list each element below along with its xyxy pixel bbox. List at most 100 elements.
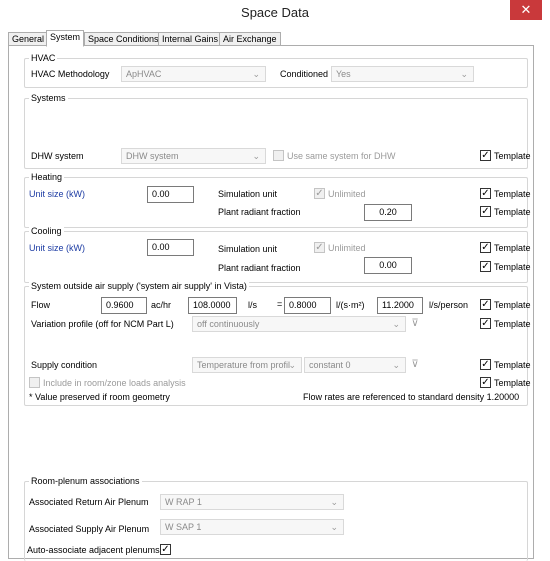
cooling-template-label-1: Template [494,243,531,253]
flow-lsm2-unit: l/(s·m²) [336,300,365,310]
return-plenum-value: W RAP 1 [165,497,202,507]
conditioned-value: Yes [336,69,351,79]
cooling-unit-size-input[interactable]: 0.00 [147,239,194,256]
supply-plenum-value: W SAP 1 [165,522,202,532]
flow-ach-input[interactable]: 0.9600 [101,297,147,314]
check-icon: ✓ [481,188,490,199]
tab-internal-gains[interactable]: Internal Gains [158,32,223,46]
flow-template-label: Template [494,300,531,310]
include-loads-checkbox[interactable] [29,377,40,388]
supply-template-checkbox[interactable]: ✓ [480,359,491,370]
check-icon: ✓ [481,359,490,370]
heating-template-checkbox-2[interactable]: ✓ [480,206,491,217]
system-tab-panel: HVAC HVAC Methodology ApHVAC ⌄ Condition… [8,45,534,561]
tab-general[interactable]: General [8,32,49,46]
hvac-methodology-select[interactable]: ApHVAC ⌄ [121,66,266,82]
density-note: Flow rates are referenced to standard de… [303,392,520,402]
heating-unlimited-checkbox[interactable]: ✓ [314,188,325,199]
title-bar: Space Data ✕ [0,0,550,27]
auto-associate-checkbox[interactable]: ✓ [160,544,171,555]
chevron-down-icon: ⌄ [460,69,468,79]
filter-icon[interactable]: ⊽ [409,357,421,373]
dhw-system-select[interactable]: DHW system ⌄ [121,148,266,164]
heating-template-label-2: Template [494,207,531,217]
close-button[interactable]: ✕ [510,0,542,20]
flow-template-checkbox[interactable]: ✓ [480,299,491,310]
plenum-group: Room-plenum associations Associated Retu… [24,476,528,561]
supply-plenum-select[interactable]: W SAP 1 ⌄ [160,519,344,535]
flow-lsm2-input[interactable]: 0.8000 [284,297,331,314]
flow-label: Flow [31,300,51,310]
flow-ls-input[interactable]: 108.0000 [188,297,237,314]
heating-radiant-label: Plant radiant fraction [218,207,301,217]
variation-profile-value: off continuously [197,319,260,329]
conditioned-select[interactable]: Yes ⌄ [331,66,474,82]
supply-profile-select[interactable]: constant 0 ⌄ [304,357,406,373]
include-loads-label: Include in room/zone loads analysis [43,378,186,388]
hvac-methodology-value: ApHVAC [126,69,162,79]
heating-template-checkbox-1[interactable]: ✓ [480,188,491,199]
variation-template-label: Template [494,319,531,329]
supply-type-value: Temperature from profil [197,360,291,370]
tab-air-exchange[interactable]: Air Exchange [219,32,281,46]
heating-radiant-input[interactable]: 0.20 [364,204,412,221]
auto-associate-label: Auto-associate adjacent plenums [27,545,160,555]
cooling-unlimited-checkbox[interactable]: ✓ [314,242,325,253]
heating-template-label-1: Template [494,189,531,199]
supply-template-label: Template [494,360,531,370]
heating-group-label: Heating [29,172,65,182]
variation-template-checkbox[interactable]: ✓ [480,318,491,329]
flow-lsp-input[interactable]: 11.2000 [377,297,423,314]
check-icon: ✓ [481,261,490,272]
cooling-template-checkbox-1[interactable]: ✓ [480,242,491,253]
heating-sim-unit-label: Simulation unit [218,189,278,199]
cooling-template-label-2: Template [494,262,531,272]
plenum-group-label: Room-plenum associations [29,476,142,486]
conditioned-label: Conditioned [280,69,329,79]
tab-space-conditions[interactable]: Space Conditions [84,32,163,46]
heating-group: Heating Unit size (kW) 0.00 Simulation u… [24,172,531,228]
hvac-group-label: HVAC [29,53,58,63]
chevron-down-icon: ⌄ [288,360,296,370]
cooling-template-checkbox-2[interactable]: ✓ [480,261,491,272]
filter-icon[interactable]: ⊽ [409,316,421,332]
check-icon: ✓ [481,377,490,388]
return-plenum-label: Associated Return Air Plenum [29,497,149,507]
chevron-down-icon: ⌄ [330,522,338,532]
cooling-unit-size-label: Unit size (kW) [29,243,85,253]
variation-profile-select[interactable]: off continuously ⌄ [192,316,406,332]
tab-system[interactable]: System [46,30,85,47]
supply-condition-label: Supply condition [31,360,98,370]
hvac-methodology-label: HVAC Methodology [31,69,110,79]
chevron-down-icon: ⌄ [252,69,260,79]
include-template-label: Template [494,378,531,388]
check-icon: ✓ [315,188,324,199]
cooling-radiant-input[interactable]: 0.00 [364,257,412,274]
systems-group-label: Systems [29,93,68,103]
flow-lsp-unit: l/s/person [429,300,469,310]
include-template-checkbox[interactable]: ✓ [480,377,491,388]
supply-plenum-label: Associated Supply Air Plenum [29,524,150,534]
cooling-radiant-label: Plant radiant fraction [218,263,301,273]
flow-equals: = [277,299,283,309]
chevron-down-icon: ⌄ [392,319,400,329]
cooling-group: Cooling Unit size (kW) 0.00 Simulation u… [24,226,531,283]
chevron-down-icon: ⌄ [330,497,338,507]
systems-group: Systems DHW system DHW system ⌄ Use same… [24,93,531,169]
check-icon: ✓ [315,242,324,253]
cooling-sim-unit-label: Simulation unit [218,244,278,254]
same-system-checkbox[interactable] [273,150,284,161]
chevron-down-icon: ⌄ [392,360,400,370]
return-plenum-select[interactable]: W RAP 1 ⌄ [160,494,344,510]
hvac-group: HVAC HVAC Methodology ApHVAC ⌄ Condition… [24,53,528,88]
value-preserved-note: * Value preserved if room geometry [29,392,170,402]
check-icon: ✓ [161,544,170,555]
heating-unit-size-input[interactable]: 0.00 [147,186,194,203]
check-icon: ✓ [481,318,490,329]
supply-profile-value: constant 0 [309,360,351,370]
supply-type-select[interactable]: Temperature from profil ⌄ [192,357,302,373]
systems-template-checkbox[interactable]: ✓ [480,150,491,161]
air-supply-group-label: System outside air supply ('system air s… [29,281,249,291]
same-system-label: Use same system for DHW [287,151,396,161]
cooling-group-label: Cooling [29,226,64,236]
